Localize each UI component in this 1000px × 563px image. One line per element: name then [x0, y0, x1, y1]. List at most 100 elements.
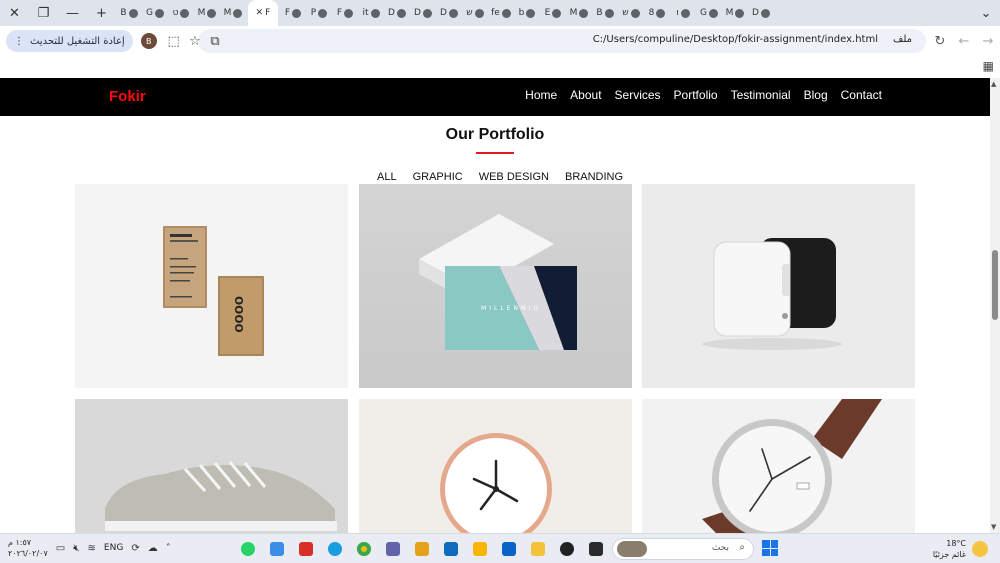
show-hidden-icons-icon[interactable]: ˄ [166, 543, 171, 554]
browser-tab[interactable]: M [568, 2, 590, 24]
volume-icon[interactable]: 🔇︎ [73, 543, 79, 554]
page-scrollbar[interactable]: ▲ ▼ [990, 78, 1000, 533]
nav-link-testimonial[interactable]: Testimonial [731, 88, 791, 102]
tab-search-icon[interactable]: ⌄ [972, 0, 1000, 26]
apps-grid-icon[interactable]: ▦ [983, 59, 994, 73]
tab-label: 8 [648, 8, 655, 18]
clock-date: ٢٠٢٦/٠٢/٠٧ [8, 549, 48, 558]
browser-tab[interactable]: b [516, 2, 538, 24]
browser-tab[interactable]: E [542, 2, 564, 24]
file-explorer-app-icon[interactable] [526, 538, 550, 560]
browser-tab[interactable]: F [282, 2, 304, 24]
photos-app-icon[interactable] [410, 538, 434, 560]
close-tab-icon[interactable]: ✕ [256, 8, 264, 18]
browser-tab[interactable]: M [222, 2, 244, 24]
tab-favicon-icon [526, 8, 536, 18]
extensions-icon[interactable]: ⬚ [163, 30, 185, 52]
browser-tab[interactable]: G [144, 2, 166, 24]
terminal-app-icon[interactable] [584, 538, 608, 560]
watch-image [702, 399, 882, 533]
chatgpt-app-icon[interactable] [555, 538, 579, 560]
browser-tab[interactable]: 8 [646, 2, 668, 24]
filter-web-design[interactable]: WEB DESIGN [479, 171, 549, 183]
browser-tab[interactable]: it [360, 2, 382, 24]
address-bar[interactable]: ☆ ⧉ C:/Users/compuline/Desktop/fokir-ass… [189, 29, 926, 53]
browser-tab[interactable]: ש [620, 2, 642, 24]
update-restart-button[interactable]: ⋮ إعادة التشغيل للتحديث [6, 30, 133, 52]
filter-branding[interactable]: BRANDING [565, 171, 623, 183]
browser-tab[interactable]: B [118, 2, 140, 24]
tab-label: ו [676, 8, 679, 18]
onedrive-icon[interactable]: ☁ [148, 543, 158, 554]
portfolio-item-millennio-business-cards[interactable]: MILLENNIO [359, 184, 632, 388]
portfolio-item-white-black-device[interactable] [642, 184, 915, 388]
nav-link-contact[interactable]: Contact [841, 88, 882, 102]
tab-favicon-icon [180, 8, 190, 18]
profile-avatar[interactable]: B [140, 33, 157, 49]
browser-tab[interactable]: F [334, 2, 356, 24]
snipping-tool-app-icon[interactable] [265, 538, 289, 560]
portfolio-item-brown-strap-watch[interactable] [642, 399, 915, 533]
browser-tab[interactable]: fe [490, 2, 512, 24]
whatsapp-app-icon[interactable] [236, 538, 260, 560]
nav-link-portfolio[interactable]: Portfolio [674, 88, 718, 102]
new-tab-icon[interactable]: + [87, 0, 116, 26]
browser-tab[interactable]: M [196, 2, 218, 24]
close-window-icon[interactable]: ✕ [0, 0, 29, 26]
tab-label: M [725, 8, 734, 18]
sync-icon[interactable]: ⟳ [131, 543, 139, 554]
tab-favicon-icon [154, 8, 164, 18]
scroll-up-icon[interactable]: ▲ [991, 80, 996, 88]
tab-active[interactable]: ✕ F [248, 0, 278, 26]
browser-tab[interactable]: ו [672, 2, 694, 24]
tab-favicon-icon [656, 8, 666, 18]
tab-label: B [596, 8, 603, 18]
wifi-icon[interactable]: ≋ [88, 543, 96, 554]
browser-tab[interactable]: B [594, 2, 616, 24]
restore-window-icon[interactable]: ❐ [29, 0, 58, 26]
weather-widget[interactable]: 18°C غائم جزئيًا [933, 538, 988, 560]
portfolio-item-grey-sneaker[interactable] [75, 399, 348, 533]
scroll-thumb[interactable] [992, 250, 998, 320]
filter-all[interactable]: ALL [377, 171, 397, 183]
portfolio-item-kraft-business-cards[interactable]: oooo [75, 184, 348, 388]
browser-tab[interactable]: D [750, 2, 772, 24]
clock[interactable]: ١:٥٧ م ٢٠٢٦/٠٢/٠٧ [8, 537, 48, 559]
browser-tab[interactable]: D [438, 2, 460, 24]
tab-label: D [388, 8, 395, 18]
pdf-app-icon[interactable] [294, 538, 318, 560]
browser-tab[interactable]: D [386, 2, 408, 24]
edge-app-icon[interactable] [323, 538, 347, 560]
language-indicator[interactable]: ENG [104, 543, 123, 553]
store-app-icon[interactable] [439, 538, 463, 560]
windows-start-icon[interactable] [762, 540, 778, 556]
filter-graphic[interactable]: GRAPHIC [413, 171, 463, 183]
tab-favicon-icon [344, 8, 354, 18]
minimize-window-icon[interactable]: — [58, 0, 87, 26]
browser-tab[interactable]: D [412, 2, 434, 24]
battery-icon[interactable]: ▭ [56, 543, 65, 554]
taskbar-search[interactable]: بحث ⌕ [612, 538, 754, 560]
site-logo[interactable]: Fokir [109, 88, 146, 105]
translate-icon[interactable]: ⧉ [204, 30, 226, 52]
reload-icon[interactable]: ↻ [928, 26, 952, 56]
notes-app-icon[interactable] [468, 538, 492, 560]
back-arrow-icon[interactable]: ← [952, 26, 976, 56]
bookmark-star-icon[interactable]: ☆ [184, 30, 206, 52]
chrome-app-icon[interactable] [352, 538, 376, 560]
browser-tab[interactable]: G [698, 2, 720, 24]
nav-link-blog[interactable]: Blog [804, 88, 828, 102]
outlook-app-icon[interactable] [497, 538, 521, 560]
teams-app-icon[interactable] [381, 538, 405, 560]
scroll-down-icon[interactable]: ▼ [991, 523, 996, 531]
browser-tab[interactable]: M [724, 2, 746, 24]
browser-tab[interactable]: ט [170, 2, 192, 24]
browser-tab[interactable]: ש [464, 2, 486, 24]
browser-tab[interactable]: P [308, 2, 330, 24]
nav-link-home[interactable]: Home [525, 88, 557, 102]
tab-label: D [414, 8, 421, 18]
forward-arrow-icon[interactable]: → [976, 26, 1000, 56]
nav-link-services[interactable]: Services [615, 88, 661, 102]
nav-link-about[interactable]: About [570, 88, 601, 102]
portfolio-item-rose-gold-clock[interactable] [359, 399, 632, 533]
